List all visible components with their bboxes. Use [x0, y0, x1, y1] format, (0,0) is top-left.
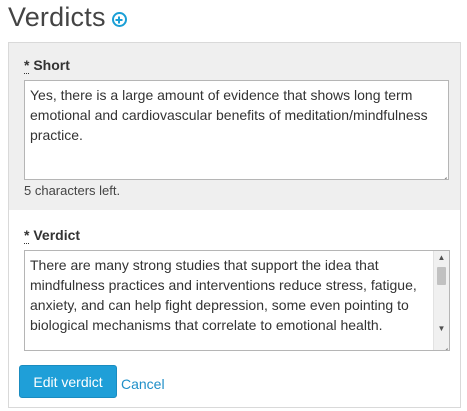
page-header: Verdicts [8, 2, 127, 33]
verdict-textarea-value: There are many strong studies that suppo… [30, 257, 417, 333]
short-section: * Short Yes, there is a large amount of … [9, 43, 460, 210]
verdict-textarea[interactable]: There are many strong studies that suppo… [24, 250, 450, 351]
scroll-thumb[interactable] [437, 267, 446, 285]
required-marker: * [24, 57, 30, 74]
verdict-label: * Verdict [24, 227, 81, 244]
resize-grip-icon[interactable] [438, 339, 448, 349]
resize-grip-icon[interactable] [437, 168, 447, 178]
verdict-scrollbar[interactable]: ▲ ▼ [433, 251, 449, 350]
verdict-label-text: Verdict [33, 227, 81, 243]
scroll-down-arrow-icon[interactable]: ▼ [434, 322, 449, 336]
characters-left-counter: 5 characters left. [24, 183, 121, 198]
short-label-text: Short [33, 57, 70, 73]
edit-verdict-button[interactable]: Edit verdict [19, 365, 117, 398]
required-marker: * [24, 227, 30, 244]
verdict-form: * Short Yes, there is a large amount of … [8, 42, 461, 408]
short-textarea[interactable]: Yes, there is a large amount of evidence… [24, 80, 449, 180]
scroll-up-arrow-icon[interactable]: ▲ [434, 251, 449, 265]
page-title: Verdicts [8, 2, 106, 32]
short-textarea-value: Yes, there is a large amount of evidence… [30, 87, 428, 143]
cancel-link[interactable]: Cancel [121, 376, 165, 392]
short-label: * Short [24, 57, 70, 74]
add-circle-icon[interactable] [111, 12, 127, 27]
